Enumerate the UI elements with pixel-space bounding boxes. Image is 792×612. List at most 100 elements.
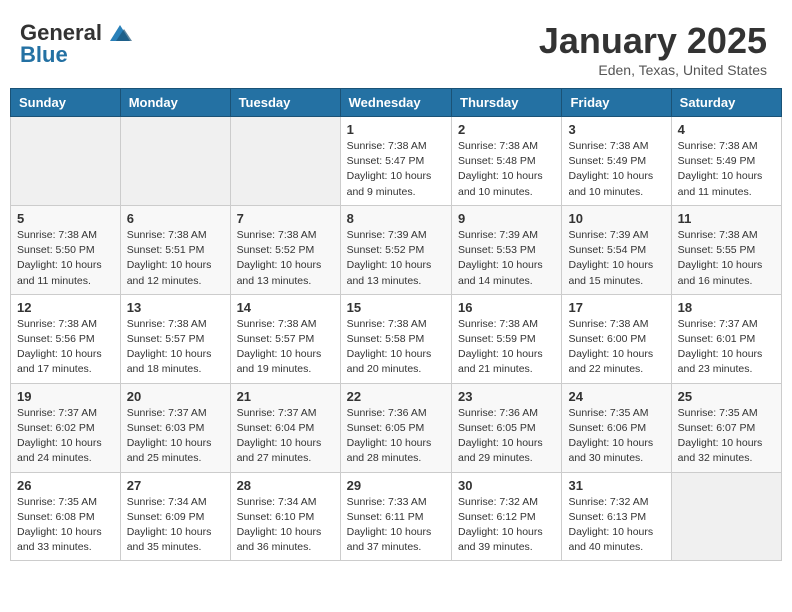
week-row-5: 26 Sunrise: 7:35 AM Sunset: 6:08 PM Dayli… bbox=[11, 472, 782, 561]
calendar-cell: 26 Sunrise: 7:35 AM Sunset: 6:08 PM Dayli… bbox=[11, 472, 121, 561]
week-row-4: 19 Sunrise: 7:37 AM Sunset: 6:02 PM Dayli… bbox=[11, 383, 782, 472]
calendar-cell: 3 Sunrise: 7:38 AM Sunset: 5:49 PM Daylig… bbox=[562, 117, 671, 206]
calendar-cell: 13 Sunrise: 7:38 AM Sunset: 5:57 PM Dayli… bbox=[120, 294, 230, 383]
day-info: Sunrise: 7:39 AM Sunset: 5:53 PM Dayligh… bbox=[458, 228, 555, 289]
logo: General Blue bbox=[20, 20, 134, 68]
day-number: 2 bbox=[458, 122, 555, 137]
calendar-cell: 29Sunrise: 7:33 AM Sunset: 6:11 PM Dayli… bbox=[340, 472, 451, 561]
calendar-cell: 6Sunrise: 7:38 AM Sunset: 5:51 PM Daylig… bbox=[120, 205, 230, 294]
day-number: 19 bbox=[17, 389, 114, 404]
day-number: 17 bbox=[568, 300, 664, 315]
day-info: Sunrise: 7:36 AM Sunset: 6:05 PM Dayligh… bbox=[347, 406, 445, 467]
day-info: Sunrise: 7:38 AM Sunset: 5:55 PM Dayligh… bbox=[678, 228, 775, 289]
day-info: Sunrise: 7:38 AM Sunset: 5:59 PM Dayligh… bbox=[458, 317, 555, 378]
day-number: 4 bbox=[678, 122, 775, 137]
day-info: Sunrise: 7:34 AM Sunset: 6:10 PM Dayligh… bbox=[237, 495, 334, 556]
day-number: 3 bbox=[568, 122, 664, 137]
day-info: Sunrise: 7:38 AM Sunset: 5:57 PM Dayligh… bbox=[237, 317, 334, 378]
calendar-cell: 7 Sunrise: 7:38 AM Sunset: 5:52 PM Daylig… bbox=[230, 205, 340, 294]
day-number: 26 bbox=[17, 478, 114, 493]
day-info: Sunrise: 7:35 AM Sunset: 6:07 PM Dayligh… bbox=[678, 406, 775, 467]
day-info: Sunrise: 7:38 AM Sunset: 5:52 PM Dayligh… bbox=[237, 228, 334, 289]
day-info: Sunrise: 7:34 AM Sunset: 6:09 PM Dayligh… bbox=[127, 495, 224, 556]
day-number: 5 bbox=[17, 211, 114, 226]
day-info: Sunrise: 7:38 AM Sunset: 6:00 PM Dayligh… bbox=[568, 317, 664, 378]
weekday-header-sunday: Sunday bbox=[11, 89, 121, 117]
day-number: 21 bbox=[237, 389, 334, 404]
day-number: 13 bbox=[127, 300, 224, 315]
calendar-cell: 16 Sunrise: 7:38 AM Sunset: 5:59 PM Dayli… bbox=[452, 294, 562, 383]
weekday-header-row: SundayMondayTuesdayWednesdayThursdayFrid… bbox=[11, 89, 782, 117]
day-info: Sunrise: 7:38 AM Sunset: 5:58 PM Dayligh… bbox=[347, 317, 445, 378]
calendar-cell: 12 Sunrise: 7:38 AM Sunset: 5:56 PM Dayli… bbox=[11, 294, 121, 383]
week-row-1: 1 Sunrise: 7:38 AM Sunset: 5:47 PM Daylig… bbox=[11, 117, 782, 206]
calendar-cell: 14 Sunrise: 7:38 AM Sunset: 5:57 PM Dayli… bbox=[230, 294, 340, 383]
day-number: 27 bbox=[127, 478, 224, 493]
calendar-cell: 25 Sunrise: 7:35 AM Sunset: 6:07 PM Dayli… bbox=[671, 383, 781, 472]
day-number: 28 bbox=[237, 478, 334, 493]
day-number: 15 bbox=[347, 300, 445, 315]
calendar-cell bbox=[11, 117, 121, 206]
day-info: Sunrise: 7:38 AM Sunset: 5:47 PM Dayligh… bbox=[347, 139, 445, 200]
day-info: Sunrise: 7:37 AM Sunset: 6:04 PM Dayligh… bbox=[237, 406, 334, 467]
day-number: 11 bbox=[678, 211, 775, 226]
day-number: 29 bbox=[347, 478, 445, 493]
calendar-cell: 11 Sunrise: 7:38 AM Sunset: 5:55 PM Dayli… bbox=[671, 205, 781, 294]
day-number: 25 bbox=[678, 389, 775, 404]
calendar-cell: 18 Sunrise: 7:37 AM Sunset: 6:01 PM Dayli… bbox=[671, 294, 781, 383]
day-info: Sunrise: 7:37 AM Sunset: 6:02 PM Dayligh… bbox=[17, 406, 114, 467]
day-info: Sunrise: 7:35 AM Sunset: 6:06 PM Dayligh… bbox=[568, 406, 664, 467]
day-number: 16 bbox=[458, 300, 555, 315]
month-title: January 2025 bbox=[539, 20, 767, 62]
day-info: Sunrise: 7:38 AM Sunset: 5:51 PM Dayligh… bbox=[127, 228, 224, 289]
day-number: 1 bbox=[347, 122, 445, 137]
calendar-cell: 4 Sunrise: 7:38 AM Sunset: 5:49 PM Daylig… bbox=[671, 117, 781, 206]
day-number: 23 bbox=[458, 389, 555, 404]
calendar-cell bbox=[230, 117, 340, 206]
weekday-header-friday: Friday bbox=[562, 89, 671, 117]
calendar-cell: 17 Sunrise: 7:38 AM Sunset: 6:00 PM Dayli… bbox=[562, 294, 671, 383]
day-info: Sunrise: 7:32 AM Sunset: 6:12 PM Dayligh… bbox=[458, 495, 555, 556]
day-info: Sunrise: 7:38 AM Sunset: 5:50 PM Dayligh… bbox=[17, 228, 114, 289]
day-info: Sunrise: 7:35 AM Sunset: 6:08 PM Dayligh… bbox=[17, 495, 114, 556]
day-number: 18 bbox=[678, 300, 775, 315]
weekday-header-tuesday: Tuesday bbox=[230, 89, 340, 117]
day-info: Sunrise: 7:37 AM Sunset: 6:03 PM Dayligh… bbox=[127, 406, 224, 467]
week-row-2: 5 Sunrise: 7:38 AM Sunset: 5:50 PM Daylig… bbox=[11, 205, 782, 294]
day-number: 24 bbox=[568, 389, 664, 404]
day-info: Sunrise: 7:38 AM Sunset: 5:49 PM Dayligh… bbox=[568, 139, 664, 200]
title-section: January 2025 Eden, Texas, United States bbox=[539, 20, 767, 78]
day-info: Sunrise: 7:38 AM Sunset: 5:57 PM Dayligh… bbox=[127, 317, 224, 378]
day-info: Sunrise: 7:37 AM Sunset: 6:01 PM Dayligh… bbox=[678, 317, 775, 378]
day-info: Sunrise: 7:39 AM Sunset: 5:52 PM Dayligh… bbox=[347, 228, 445, 289]
calendar-cell: 1 Sunrise: 7:38 AM Sunset: 5:47 PM Daylig… bbox=[340, 117, 451, 206]
day-info: Sunrise: 7:38 AM Sunset: 5:49 PM Dayligh… bbox=[678, 139, 775, 200]
weekday-header-thursday: Thursday bbox=[452, 89, 562, 117]
day-number: 9 bbox=[458, 211, 555, 226]
calendar-cell: 27 Sunrise: 7:34 AM Sunset: 6:09 PM Dayli… bbox=[120, 472, 230, 561]
day-info: Sunrise: 7:38 AM Sunset: 5:56 PM Dayligh… bbox=[17, 317, 114, 378]
weekday-header-wednesday: Wednesday bbox=[340, 89, 451, 117]
day-number: 10 bbox=[568, 211, 664, 226]
day-number: 14 bbox=[237, 300, 334, 315]
calendar-cell: 31Sunrise: 7:32 AM Sunset: 6:13 PM Dayli… bbox=[562, 472, 671, 561]
calendar-cell: 30 Sunrise: 7:32 AM Sunset: 6:12 PM Dayli… bbox=[452, 472, 562, 561]
day-number: 12 bbox=[17, 300, 114, 315]
calendar-cell: 23Sunrise: 7:36 AM Sunset: 6:05 PM Dayli… bbox=[452, 383, 562, 472]
calendar-cell: 8Sunrise: 7:39 AM Sunset: 5:52 PM Daylig… bbox=[340, 205, 451, 294]
calendar-table: SundayMondayTuesdayWednesdayThursdayFrid… bbox=[10, 88, 782, 561]
calendar-cell: 24 Sunrise: 7:35 AM Sunset: 6:06 PM Dayli… bbox=[562, 383, 671, 472]
calendar-cell: 2Sunrise: 7:38 AM Sunset: 5:48 PM Daylig… bbox=[452, 117, 562, 206]
calendar-cell: 28 Sunrise: 7:34 AM Sunset: 6:10 PM Dayli… bbox=[230, 472, 340, 561]
logo-blue: Blue bbox=[20, 42, 68, 68]
day-number: 30 bbox=[458, 478, 555, 493]
weekday-header-saturday: Saturday bbox=[671, 89, 781, 117]
location: Eden, Texas, United States bbox=[539, 62, 767, 78]
calendar-cell: 5 Sunrise: 7:38 AM Sunset: 5:50 PM Daylig… bbox=[11, 205, 121, 294]
day-number: 7 bbox=[237, 211, 334, 226]
day-number: 20 bbox=[127, 389, 224, 404]
day-number: 22 bbox=[347, 389, 445, 404]
weekday-header-monday: Monday bbox=[120, 89, 230, 117]
page-header: General Blue January 2025 Eden, Texas, U… bbox=[10, 10, 782, 88]
calendar-cell: 20 Sunrise: 7:37 AM Sunset: 6:03 PM Dayli… bbox=[120, 383, 230, 472]
